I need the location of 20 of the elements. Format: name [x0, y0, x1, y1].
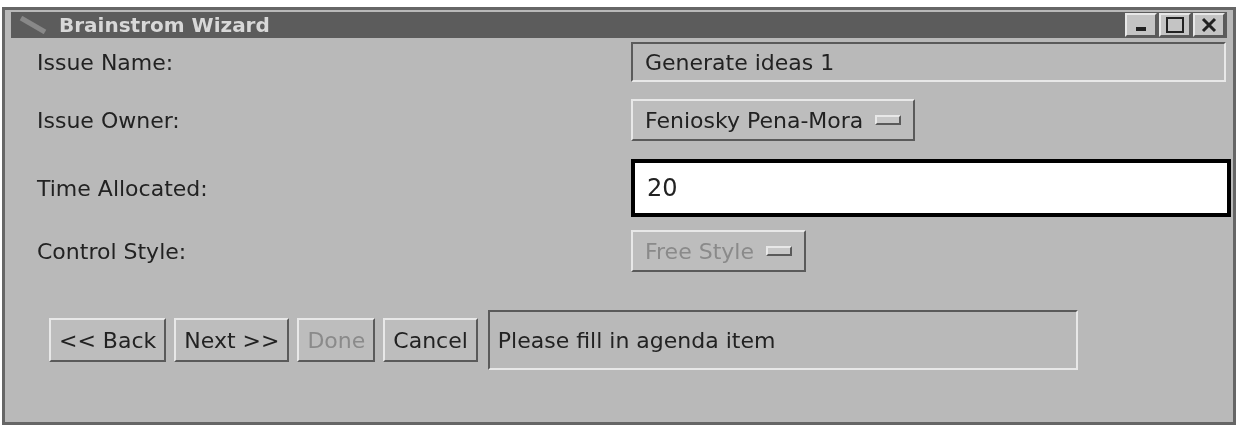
- time-input[interactable]: 20: [631, 159, 1231, 217]
- maximize-icon: [1166, 17, 1184, 33]
- wizard-button[interactable]: << Back: [49, 318, 167, 362]
- close-icon: [1201, 17, 1217, 33]
- minimize-icon: [1136, 27, 1146, 31]
- close-button[interactable]: [1193, 13, 1225, 37]
- wizard-button[interactable]: Cancel: [383, 318, 478, 362]
- field-label: Time Allocated:: [36, 174, 209, 203]
- minimize-button[interactable]: [1125, 13, 1157, 37]
- field-label: Control Style:: [36, 237, 188, 266]
- wizard-button[interactable]: Next >>: [174, 318, 290, 362]
- maximize-button[interactable]: [1159, 13, 1191, 37]
- menu-indicator-icon: [765, 246, 792, 256]
- option-menu[interactable]: Feniosky Pena-Mora: [631, 99, 916, 141]
- menu-indicator-icon: [875, 115, 902, 125]
- window-title: Brainstrom Wizard: [59, 12, 270, 39]
- field-label: Issue Name:: [36, 48, 175, 77]
- field-label: Issue Owner:: [36, 106, 181, 135]
- issue-name-field[interactable]: Generate ideas 1: [631, 42, 1226, 82]
- status-field: Please fill in agenda item: [487, 310, 1078, 370]
